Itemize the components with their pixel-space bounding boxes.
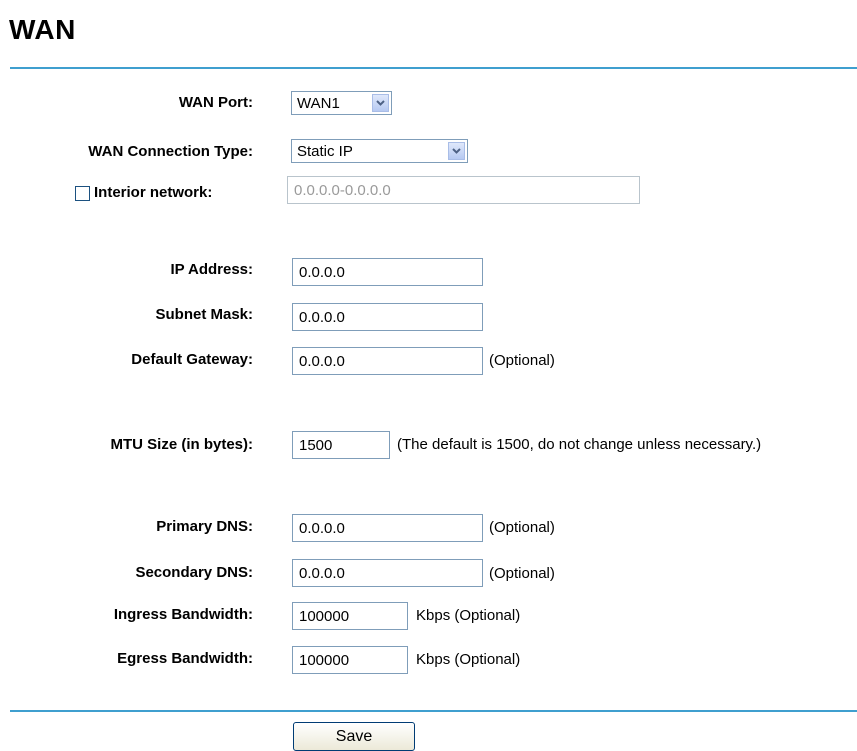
connection-type-value: Static IP	[297, 143, 353, 160]
interior-network-input[interactable]: 0.0.0.0-0.0.0.0	[287, 176, 640, 204]
mtu-input[interactable]: 1500	[292, 431, 390, 459]
mtu-note: (The default is 1500, do not change unle…	[397, 436, 762, 453]
primary-dns-input[interactable]: 0.0.0.0	[292, 514, 483, 542]
subnet-mask-label: Subnet Mask:	[155, 306, 253, 323]
interior-network-checkbox[interactable]	[75, 186, 90, 201]
primary-dns-note: (Optional)	[489, 519, 555, 536]
secondary-dns-label: Secondary DNS:	[135, 564, 253, 581]
primary-dns-label: Primary DNS:	[156, 518, 253, 535]
ip-address-label: IP Address:	[170, 261, 253, 278]
default-gateway-label: Default Gateway:	[131, 351, 253, 368]
top-divider	[10, 67, 857, 69]
ingress-bandwidth-note: Kbps (Optional)	[416, 607, 521, 624]
ingress-bandwidth-label: Ingress Bandwidth:	[113, 606, 253, 623]
subnet-mask-input[interactable]: 0.0.0.0	[292, 303, 483, 331]
wan-port-label: WAN Port:	[178, 94, 253, 111]
egress-bandwidth-input[interactable]: 100000	[292, 646, 408, 674]
secondary-dns-note: (Optional)	[489, 565, 555, 582]
wan-port-value: WAN1	[297, 95, 340, 112]
bottom-divider	[10, 710, 857, 712]
chevron-down-icon[interactable]	[372, 94, 389, 112]
default-gateway-input[interactable]: 0.0.0.0	[292, 347, 483, 375]
ingress-bandwidth-input[interactable]: 100000	[292, 602, 408, 630]
mtu-label: MTU Size (in bytes):	[110, 436, 253, 453]
default-gateway-note: (Optional)	[489, 352, 555, 369]
egress-bandwidth-label: Egress Bandwidth:	[117, 650, 253, 667]
ip-address-input[interactable]: 0.0.0.0	[292, 258, 483, 286]
save-button[interactable]: Save	[293, 722, 415, 751]
interior-network-label: Interior network:	[94, 184, 213, 201]
wan-port-select[interactable]: WAN1	[291, 91, 392, 115]
chevron-down-icon[interactable]	[448, 142, 465, 160]
connection-type-select[interactable]: Static IP	[291, 139, 468, 163]
secondary-dns-input[interactable]: 0.0.0.0	[292, 559, 483, 587]
egress-bandwidth-note: Kbps (Optional)	[416, 651, 521, 668]
page-title: WAN	[9, 14, 76, 45]
connection-type-label: WAN Connection Type:	[88, 143, 253, 160]
